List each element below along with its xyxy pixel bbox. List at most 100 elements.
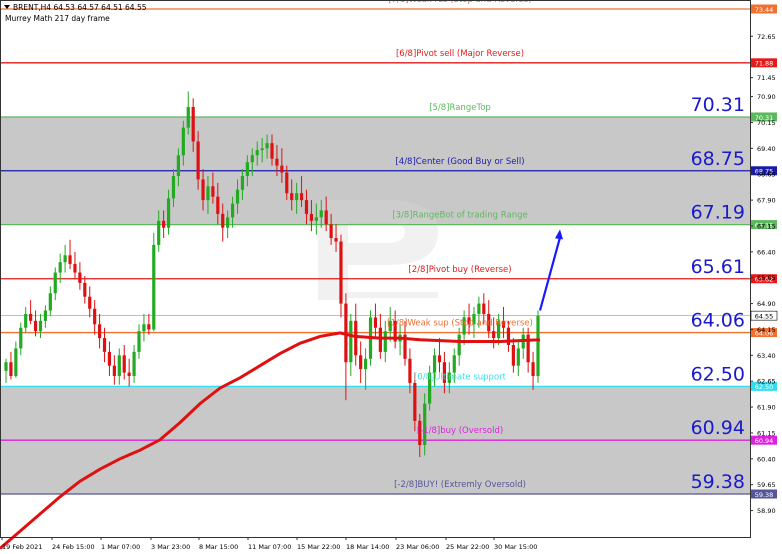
price-tick-label-12: 67.15 [757, 222, 776, 230]
price-tick-label-3: 71.45 [757, 74, 776, 82]
price-tick-label-23: 61.90 [757, 404, 776, 412]
candle-body-46 [230, 203, 235, 218]
level-price-label-0: 73.44 [755, 6, 774, 14]
time-label-10: 30 Mar 15:00 [494, 543, 537, 551]
candle-body-30 [152, 244, 156, 330]
candle-body-63 [314, 217, 318, 221]
price-tick-label-6: 70.15 [757, 119, 776, 127]
level-price-label-1: 71.88 [755, 60, 774, 68]
candle-body-24 [122, 355, 126, 373]
price-tick-label-20: 63.40 [757, 352, 776, 360]
candle-body-11 [58, 262, 62, 273]
candle-body-87 [432, 355, 437, 373]
candle-body-9 [48, 293, 52, 311]
level-text-5: [2/8]Pivot buy (Reverse) [408, 265, 511, 275]
candle-body-76 [378, 327, 382, 352]
candle-body-49 [245, 162, 249, 176]
candle-body-71 [354, 320, 358, 356]
level-text-8: [-1/8]buy (Oversold) [417, 426, 503, 436]
candle-body-26 [132, 351, 136, 377]
candle-body-25 [127, 372, 131, 377]
candle-body-51 [255, 150, 259, 156]
level-big-label-7: 62.50 [691, 363, 745, 385]
candle-body-96 [477, 303, 481, 314]
price-tick-label-4: 70.90 [757, 93, 776, 101]
price-tick-label-10: 67.90 [757, 197, 776, 205]
candle-body-97 [482, 303, 486, 314]
candle-body-55 [275, 158, 279, 166]
level-price-label-9: 59.38 [755, 491, 774, 499]
price-tick-label-22: 62.65 [757, 378, 776, 386]
grey-zone-0 [0, 116, 750, 171]
price-tick-label-9: 68.65 [757, 171, 776, 179]
indicator-line: Murrey Math 217 day frame [5, 14, 110, 23]
time-label-0: 19 Feb 2021 [2, 543, 42, 551]
candle-body-59 [295, 193, 299, 201]
level-text-9: [-2/8]BUY! (Extremly Oversold) [394, 480, 526, 490]
candle-body-82 [408, 358, 412, 383]
grey-zone-3 [0, 386, 750, 441]
current-price-label: 64.55 [755, 312, 774, 320]
candle-body-56 [280, 165, 284, 173]
level-text-4: [3/8]RangeBot of trading Range [392, 211, 527, 221]
level-big-label-5: 65.61 [691, 256, 745, 278]
candle-body-103 [511, 344, 515, 366]
candle-body-104 [516, 348, 520, 366]
candle-body-57 [285, 172, 289, 194]
candle-body-15 [78, 272, 82, 283]
candle-body-19 [97, 324, 102, 339]
candle-body-67 [334, 238, 338, 242]
symbol-line: BRENT,H4 64.53 64.57 64.51 64.55 [13, 3, 147, 12]
candle-body-91 [452, 355, 456, 373]
candle-body-42 [211, 186, 215, 197]
level-big-label-2: 70.31 [691, 94, 745, 116]
level-text-6: [1/8]Weak sup (Stop and Reverse) [387, 319, 533, 329]
time-label-3: 3 Mar 23:00 [151, 543, 190, 551]
candle-body-108 [536, 315, 540, 377]
candle-body-40 [201, 179, 205, 201]
candle-body-85 [423, 403, 427, 446]
candle-body-64 [319, 210, 323, 218]
candle-body-27 [137, 331, 141, 352]
candle-body-41 [206, 186, 210, 201]
candle-body-2 [14, 348, 18, 377]
level-text-1: [6/8]Pivot sell (Major Reverse) [396, 49, 524, 59]
time-label-7: 18 Mar 14:00 [346, 543, 389, 551]
candle-body-35 [176, 155, 181, 176]
candle-body-83 [413, 382, 417, 421]
candle-body-72 [359, 355, 363, 370]
candle-body-48 [240, 175, 245, 190]
price-tick-label-26: 60.40 [757, 455, 776, 463]
price-tick-label-29: 58.90 [757, 507, 776, 515]
candle-body-5 [29, 313, 33, 321]
level-big-label-6: 64.06 [691, 310, 745, 332]
price-tick-label-19: 64.15 [757, 326, 776, 334]
candle-body-8 [43, 310, 48, 321]
candle-body-4 [24, 313, 28, 328]
candle-body-22 [112, 365, 116, 377]
candle-body-75 [373, 317, 378, 328]
candle-body-107 [531, 362, 535, 377]
candle-body-13 [68, 255, 72, 264]
candle-body-29 [147, 324, 151, 330]
level-big-label-3: 68.75 [691, 148, 745, 170]
price-tick-label-1: 72.65 [757, 33, 776, 41]
candle-body-6 [33, 320, 38, 332]
price-tick-label-24: 61.15 [757, 429, 776, 437]
level-price-label-8: 60.94 [755, 437, 774, 445]
candle-body-20 [102, 338, 107, 352]
candle-body-33 [166, 198, 171, 228]
candle-body-92 [457, 334, 461, 356]
price-tick-label-16: 64.90 [757, 300, 776, 308]
time-label-6: 15 Mar 22:00 [297, 543, 340, 551]
candle-body-52 [260, 148, 264, 151]
price-tick-label-7: 69.40 [757, 145, 776, 153]
level-big-label-9: 59.38 [691, 471, 745, 493]
candle-body-39 [196, 141, 200, 180]
candle-body-44 [221, 213, 225, 228]
candle-body-60 [299, 193, 304, 201]
candle-body-38 [191, 106, 195, 142]
candle-body-43 [216, 196, 220, 214]
candle-body-58 [290, 193, 294, 201]
price-tick-label-13: 66.40 [757, 248, 776, 256]
